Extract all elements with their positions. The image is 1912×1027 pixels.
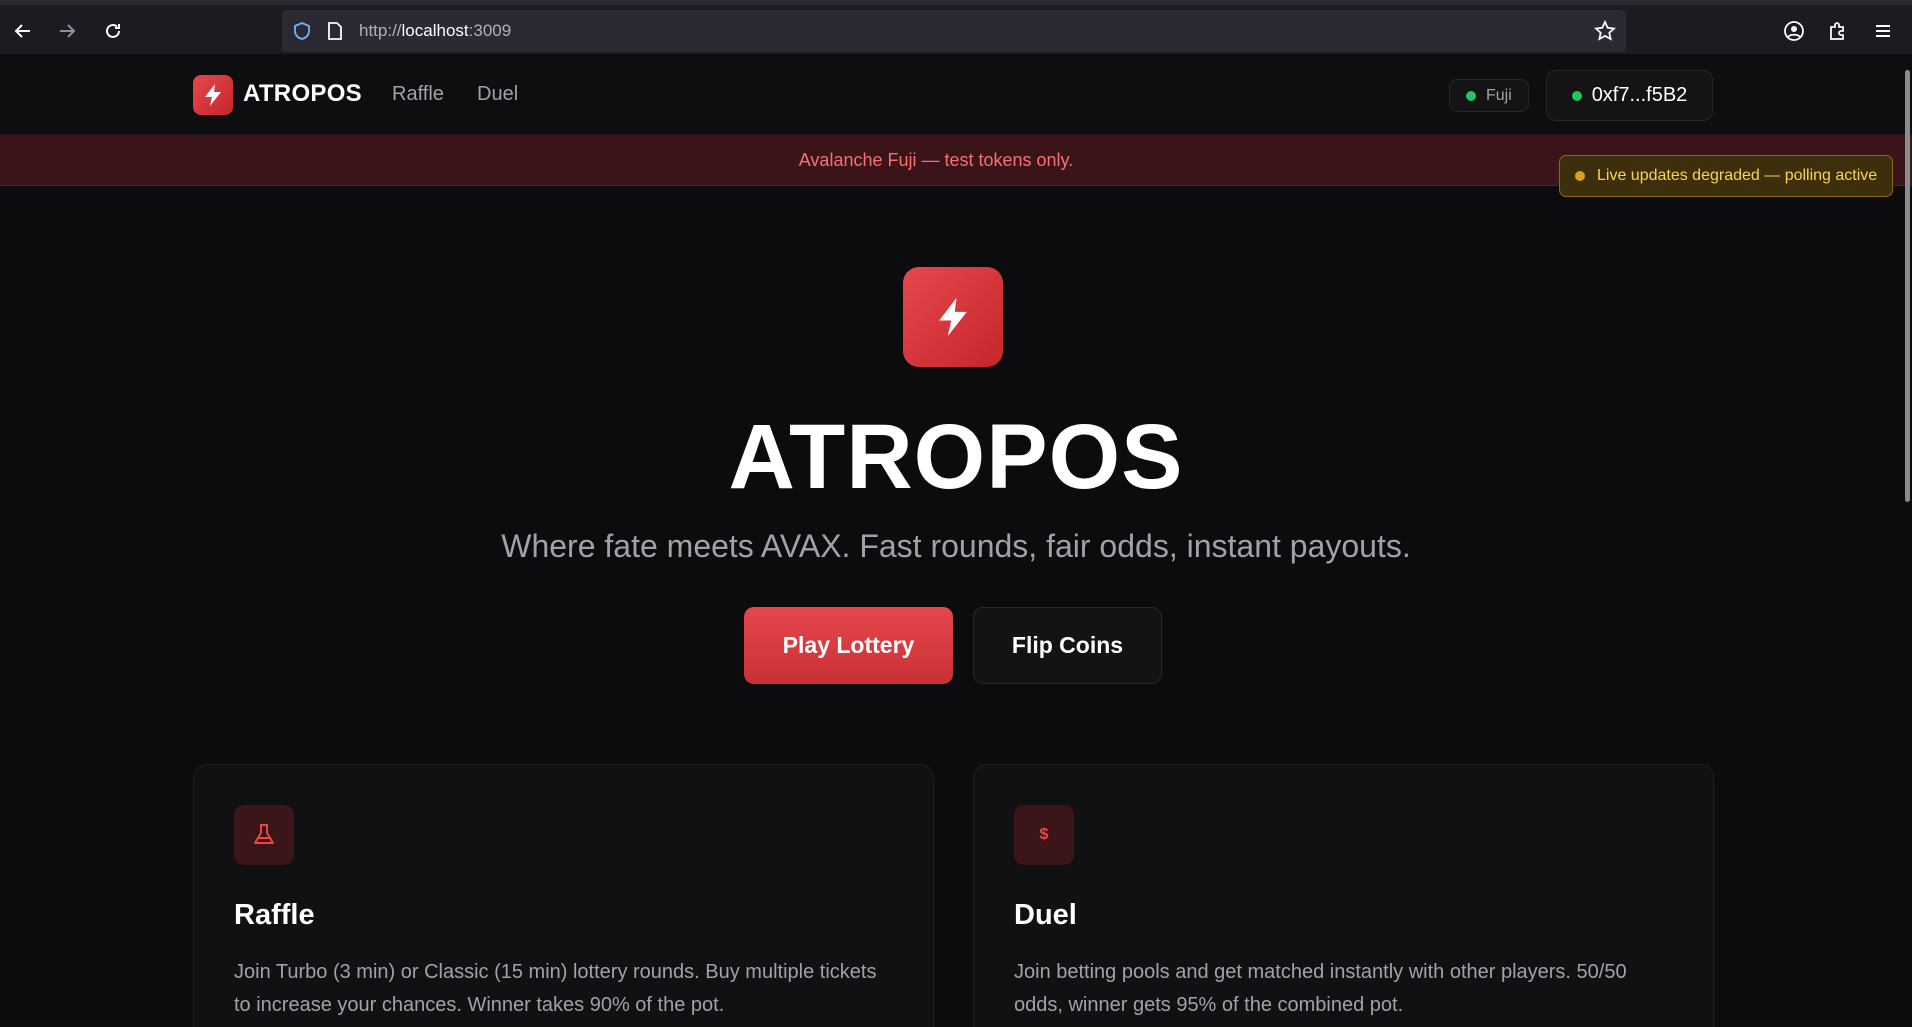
forward-arrow-icon	[60, 24, 76, 38]
shield-icon	[294, 22, 310, 40]
duel-card-title: Duel	[1014, 899, 1077, 931]
hamburger-icon	[1876, 25, 1890, 37]
warning-dot	[1575, 171, 1585, 181]
lightning-icon	[939, 298, 967, 336]
back-button[interactable]	[8, 16, 38, 46]
raffle-card-title: Raffle	[234, 899, 315, 931]
forward-button[interactable]	[52, 16, 82, 46]
wallet-button[interactable]: 0xf7...f5B2	[1546, 70, 1713, 121]
live-status-text: Live updates degraded — polling active	[1597, 167, 1878, 184]
back-arrow-icon	[14, 24, 30, 38]
hero-title: ATROPOS	[728, 406, 1184, 508]
wallet-address: 0xf7...f5B2	[1591, 84, 1688, 106]
duel-card[interactable]: $ Duel Join betting pools and get matche…	[973, 764, 1714, 1027]
page-icon	[328, 22, 342, 40]
bookmark-star-icon[interactable]	[1594, 20, 1616, 42]
menu-button[interactable]	[1868, 16, 1898, 46]
duel-card-description: Join betting pools and get matched insta…	[1014, 961, 1627, 1016]
network-label: Fuji	[1486, 86, 1512, 104]
network-status-dot	[1466, 90, 1476, 101]
reload-button[interactable]	[98, 16, 128, 46]
nav-raffle[interactable]: Raffle	[392, 83, 444, 106]
live-status-toast: Live updates degraded — polling active	[1559, 155, 1893, 197]
testnet-banner-text: Avalanche Fuji — test tokens only.	[798, 149, 1074, 170]
network-badge[interactable]: Fuji	[1449, 79, 1529, 112]
brand-name[interactable]: ATROPOS	[243, 80, 362, 108]
browser-toolbar: http://localhost:3009	[0, 0, 1912, 54]
nav-duel[interactable]: Duel	[477, 83, 518, 106]
url-prefix: http://	[359, 21, 402, 40]
logo-mark[interactable]	[193, 75, 233, 115]
play-lottery-button[interactable]: Play Lottery	[744, 607, 953, 684]
account-icon	[1784, 21, 1804, 41]
url-host: localhost	[401, 21, 469, 40]
url-text: http://localhost:3009	[359, 21, 511, 41]
puzzle-icon	[1830, 22, 1844, 40]
site-header: ATROPOS Raffle Duel Fuji 0xf7...f5B2	[0, 54, 1912, 135]
raffle-card-description: Join Turbo (3 min) or Classic (15 min) l…	[234, 961, 877, 1016]
flip-coins-button[interactable]: Flip Coins	[973, 607, 1162, 684]
flask-icon	[234, 805, 294, 865]
extensions-button[interactable]	[1823, 16, 1853, 46]
account-button[interactable]	[1779, 16, 1809, 46]
hero-subtitle: Where fate meets AVAX. Fast rounds, fair…	[501, 528, 1411, 564]
url-port: :3009	[468, 21, 512, 40]
raffle-card[interactable]: Raffle Join Turbo (3 min) or Classic (15…	[193, 764, 934, 1027]
lightning-icon	[205, 84, 221, 106]
wallet-status-dot	[1571, 90, 1582, 101]
reload-icon	[106, 23, 120, 38]
dollar-icon: $	[1014, 805, 1074, 865]
page-scrollbar[interactable]	[1905, 70, 1910, 502]
address-bar[interactable]: http://localhost:3009	[282, 10, 1626, 52]
hero-logo	[903, 267, 1003, 367]
dollar-symbol: $	[1039, 826, 1049, 843]
